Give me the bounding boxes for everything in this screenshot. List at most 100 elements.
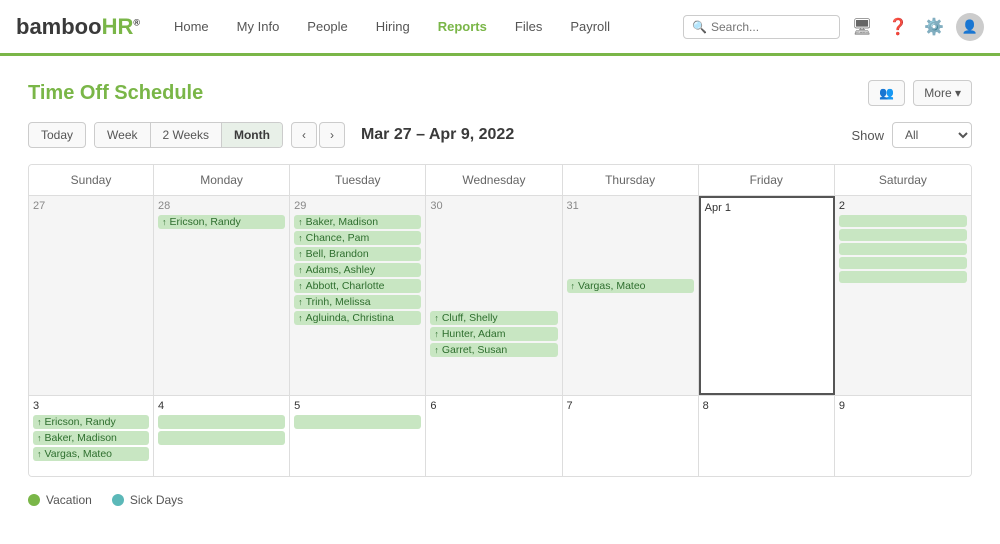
person-icon: ↑ — [434, 345, 439, 355]
sick-dot — [112, 494, 124, 506]
event-abbott-charlotte: ↑Abbott, Charlotte — [294, 279, 421, 293]
col-header-tuesday: Tuesday — [290, 165, 426, 195]
more-button[interactable]: More ▾ — [913, 80, 972, 106]
day-apr6: 6 — [426, 396, 562, 476]
person-icon: ↑ — [37, 417, 42, 427]
monitor-icon[interactable]: 🖥 — [848, 13, 876, 41]
day-mar31: 31 ↑Vargas, Mateo — [563, 196, 699, 395]
header-actions: 👥 More ▾ — [868, 80, 972, 106]
nav-bar: bambooHR® Home My Info People Hiring Rep… — [0, 0, 1000, 56]
calendar: Sunday Monday Tuesday Wednesday Thursday… — [28, 164, 972, 477]
page-title: Time Off Schedule — [28, 82, 203, 105]
col-header-thursday: Thursday — [563, 165, 699, 195]
nav-files[interactable]: Files — [501, 0, 556, 55]
month-view-button[interactable]: Month — [222, 123, 282, 147]
event-hunter-adam: ↑Hunter, Adam — [430, 327, 557, 341]
search-input[interactable] — [711, 20, 831, 34]
person-icon: ↑ — [298, 233, 303, 243]
next-arrow[interactable]: › — [319, 122, 345, 148]
nav-reports[interactable]: Reports — [424, 0, 501, 56]
day-mar30: 30 ↑Cluff, Shelly ↑Hunter, Adam ↑Garret,… — [426, 196, 562, 395]
day-num: 31 — [567, 200, 694, 212]
event-ericson-randy: ↑Ericson, Randy — [158, 215, 285, 229]
search-box[interactable]: 🔍 — [683, 15, 840, 39]
settings-icon[interactable]: ⚙️ — [920, 13, 948, 41]
nav-home[interactable]: Home — [160, 0, 223, 55]
day-apr3: 3 ↑Ericson, Randy ↑Baker, Madison ↑Varga… — [29, 396, 154, 476]
event-bell-brandon: ↑Bell, Brandon — [294, 247, 421, 261]
event-ericson-randy-w2: ↑Ericson, Randy — [33, 415, 149, 429]
day-apr7: 7 — [563, 396, 699, 476]
person-icon: ↑ — [37, 449, 42, 459]
show-select[interactable]: All — [892, 122, 972, 148]
day-apr1: Apr 1 — [699, 196, 835, 395]
legend-sick: Sick Days — [112, 493, 183, 507]
people-icon: 👥 — [879, 86, 894, 100]
day-apr5: 5 — [290, 396, 426, 476]
help-icon[interactable]: ❓ — [884, 13, 912, 41]
legend-vacation: Vacation — [28, 493, 92, 507]
calendar-header: Sunday Monday Tuesday Wednesday Thursday… — [29, 165, 971, 196]
nav-myinfo[interactable]: My Info — [223, 0, 294, 55]
event-garret-susan: ↑Garret, Susan — [430, 343, 557, 357]
day-num: 2 — [839, 200, 967, 212]
day-num: 4 — [158, 400, 285, 412]
person-icon: ↑ — [37, 433, 42, 443]
day-num: 27 — [33, 200, 149, 212]
sick-label: Sick Days — [130, 493, 183, 507]
day-num: 8 — [703, 400, 830, 412]
person-icon: ↑ — [298, 313, 303, 323]
show-label-text: Show — [851, 128, 884, 143]
nav-payroll[interactable]: Payroll — [556, 0, 624, 55]
person-icon: ↑ — [434, 329, 439, 339]
event-adams-ashley: ↑Adams, Ashley — [294, 263, 421, 277]
person-icon: ↑ — [162, 217, 167, 227]
vacation-dot — [28, 494, 40, 506]
week-view-button[interactable]: Week — [95, 123, 150, 147]
main-content: Time Off Schedule 👥 More ▾ Today Week 2 … — [0, 56, 1000, 544]
col-header-friday: Friday — [699, 165, 835, 195]
view-switcher: Week 2 Weeks Month — [94, 122, 283, 148]
day-num: 7 — [567, 400, 694, 412]
day-num: 30 — [430, 200, 557, 212]
calendar-week-1: 27 28 ↑Ericson, Randy 29 ↑Baker, Madison… — [29, 196, 971, 396]
person-icon: ↑ — [298, 297, 303, 307]
event-vargas-mateo: ↑Vargas, Mateo — [567, 279, 694, 293]
day-apr2: 2 — [835, 196, 971, 395]
col-header-wednesday: Wednesday — [426, 165, 562, 195]
two-weeks-view-button[interactable]: 2 Weeks — [151, 123, 222, 147]
nav-arrows: ‹ › — [291, 122, 345, 148]
day-num: 28 — [158, 200, 285, 212]
today-button[interactable]: Today — [28, 122, 86, 148]
vacation-label: Vacation — [46, 493, 92, 507]
calendar-week-2: 3 ↑Ericson, Randy ↑Baker, Madison ↑Varga… — [29, 396, 971, 476]
nav-hiring[interactable]: Hiring — [362, 0, 424, 55]
logo[interactable]: bambooHR® — [16, 14, 140, 40]
avatar[interactable]: 👤 — [956, 13, 984, 41]
event-baker-madison: ↑Baker, Madison — [294, 215, 421, 229]
event-trinh-melissa: ↑Trinh, Melissa — [294, 295, 421, 309]
day-apr9: 9 — [835, 396, 971, 476]
day-num: 9 — [839, 400, 967, 412]
person-icon: ↑ — [298, 265, 303, 275]
show-filter: Show All — [851, 122, 972, 148]
nav-people[interactable]: People — [293, 0, 361, 55]
logo-text: bambooHR® — [16, 14, 140, 40]
day-num: 29 — [294, 200, 421, 212]
page-header: Time Off Schedule 👥 More ▾ — [28, 80, 972, 106]
nav-right: 🔍 🖥 ❓ ⚙️ 👤 — [683, 13, 984, 41]
toolbar: Today Week 2 Weeks Month ‹ › Mar 27 – Ap… — [28, 122, 972, 148]
day-num: 5 — [294, 400, 421, 412]
person-icon: ↑ — [298, 217, 303, 227]
col-header-saturday: Saturday — [835, 165, 971, 195]
person-icon: ↑ — [298, 281, 303, 291]
day-num: 6 — [430, 400, 557, 412]
prev-arrow[interactable]: ‹ — [291, 122, 317, 148]
event-vargas-mateo-w2: ↑Vargas, Mateo — [33, 447, 149, 461]
day-mar28: 28 ↑Ericson, Randy — [154, 196, 290, 395]
event-agluinda-christina: ↑Agluinda, Christina — [294, 311, 421, 325]
person-icon: ↑ — [434, 313, 439, 323]
col-header-monday: Monday — [154, 165, 290, 195]
add-people-button[interactable]: 👥 — [868, 80, 905, 106]
day-num: 3 — [33, 400, 149, 412]
